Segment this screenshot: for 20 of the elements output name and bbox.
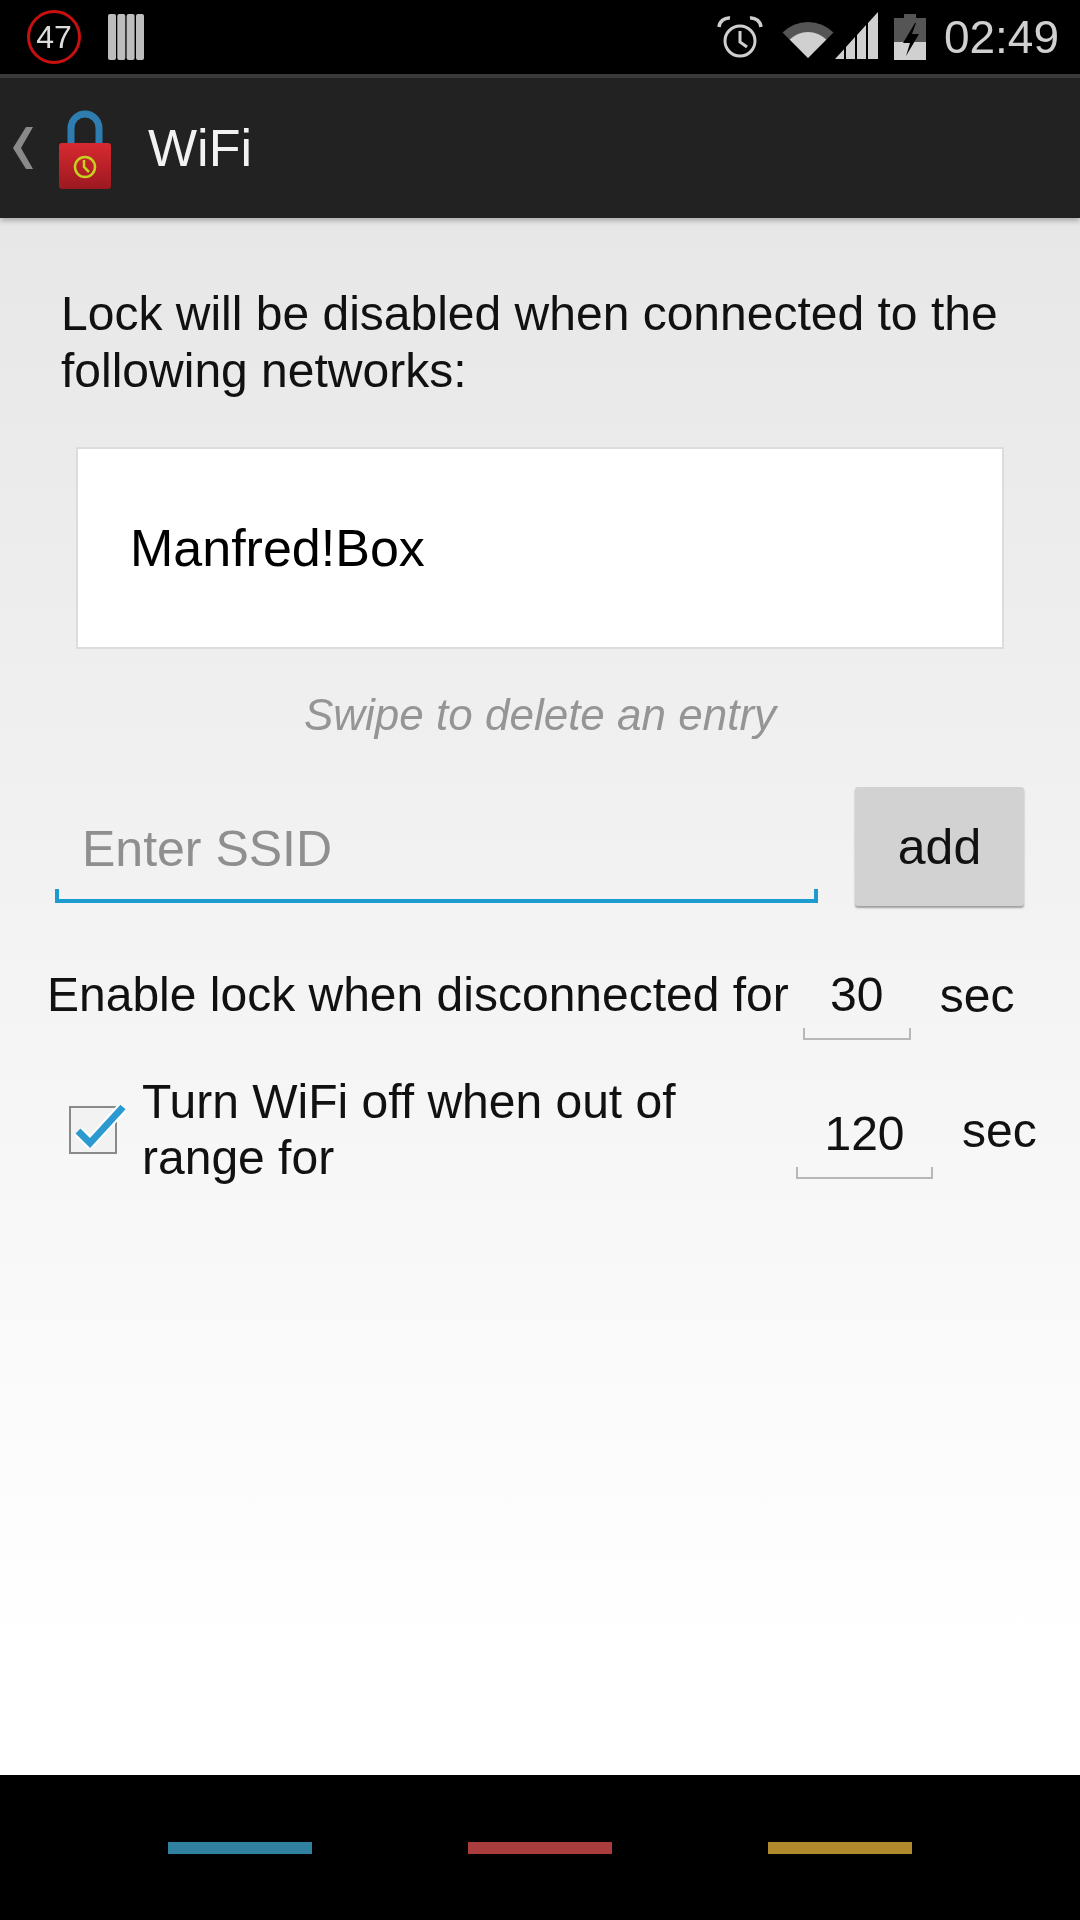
back-caret-icon[interactable] xyxy=(13,127,33,169)
nav-button[interactable] xyxy=(768,1841,912,1854)
unit-label: sec xyxy=(962,1102,1037,1158)
setting-label: Turn WiFi off when out of range for xyxy=(142,1074,677,1186)
nav-button[interactable] xyxy=(168,1841,312,1854)
alarm-clock-icon xyxy=(715,15,764,59)
hint-text: Swipe to delete an entry xyxy=(302,689,779,741)
nav-button[interactable] xyxy=(468,1841,612,1854)
setting-label: Enable lock when disconnected for xyxy=(47,967,789,1023)
screen-title: WiFi xyxy=(148,118,252,178)
clock-time: 02:49 xyxy=(943,14,1059,60)
description-text: Lock will be disabled when connected to the following networks: xyxy=(61,286,999,399)
network-list-item[interactable]: Manfred!Box xyxy=(78,449,1002,647)
unit-label: sec xyxy=(939,967,1015,1023)
notification-count-badge: 47 xyxy=(27,10,81,64)
add-button[interactable]: add xyxy=(855,787,1024,906)
battery-charging-icon xyxy=(893,14,926,60)
signal-icon xyxy=(834,12,878,59)
checkbox[interactable] xyxy=(69,1102,126,1154)
vertical-bars-icon xyxy=(108,14,144,60)
